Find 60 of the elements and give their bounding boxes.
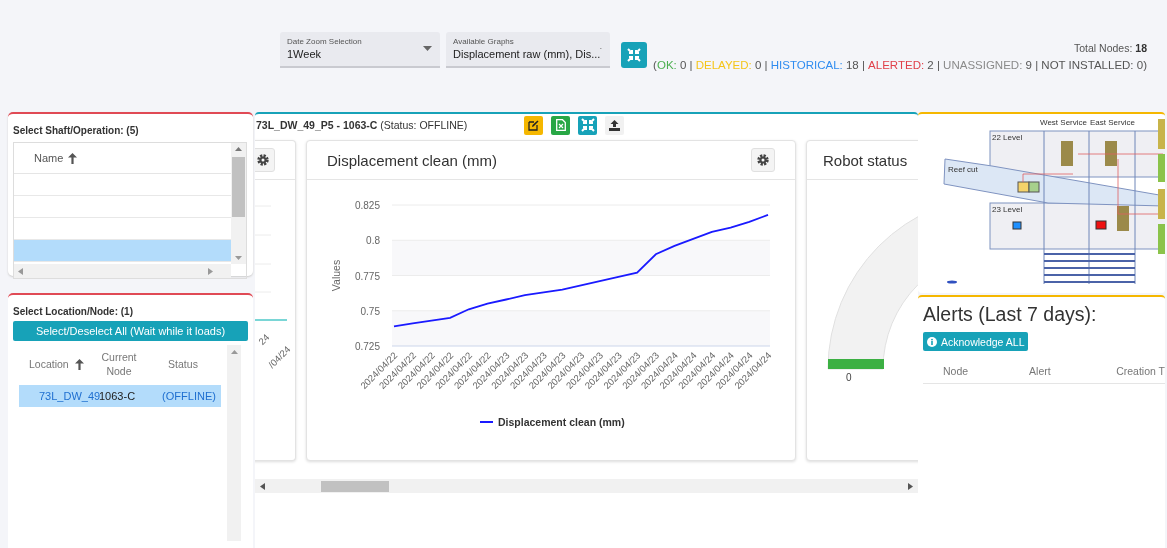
gauge-reading: 0: [846, 372, 852, 383]
scroll-down-icon[interactable]: [235, 256, 242, 260]
column-header[interactable]: Node: [943, 365, 1030, 377]
compress-icon: [627, 48, 641, 62]
scroll-left-icon[interactable]: [260, 482, 265, 490]
axis-label: 24: [256, 331, 272, 347]
document-icon: [555, 119, 566, 131]
column-header[interactable]: Alert: [1029, 365, 1117, 377]
select-dropdown[interactable]: Available Graphs Displacement raw (mm), Dis...: [446, 32, 610, 68]
column-header[interactable]: Location: [13, 358, 93, 372]
edit-button[interactable]: [524, 115, 543, 135]
diagram-label: Reef cut: [948, 165, 978, 174]
axis-label: 0.825: [354, 200, 380, 211]
total-nodes-count: Total Nodes: 18: [1073, 42, 1147, 54]
panel-title: Select Shaft/Operation: (5): [13, 125, 139, 136]
upload-button[interactable]: [605, 115, 624, 135]
settings-button[interactable]: [255, 148, 275, 172]
gear-icon: [257, 154, 269, 166]
pencil-icon: [528, 119, 539, 131]
card-title: Robot status: [823, 151, 908, 169]
diagram-label: 23 Level: [992, 205, 1023, 214]
horizontal-scrollbar[interactable]: [255, 479, 918, 493]
table-row[interactable]: 73L_DW_491063-C (OFFLINE): [19, 385, 221, 407]
table-cell-text: 73L_DW_49: [38, 390, 99, 402]
node-title: 73L_DW_49_P5 - 1063-C (Status: OFFLINE): [256, 119, 469, 131]
chart-title: Displacement clean (mm): [327, 151, 498, 169]
select-dropdown[interactable]: Date Zoom Selection 1Week: [280, 32, 440, 68]
scroll-right-icon[interactable]: [908, 482, 913, 490]
axis-label: 0.775: [354, 270, 380, 282]
axis-label: 0.725: [354, 341, 380, 352]
table-cell-text: 1063-C: [99, 390, 137, 402]
scroll-up-icon[interactable]: [235, 147, 242, 151]
column-header[interactable]: Name: [34, 152, 78, 164]
fullscreen-button[interactable]: [578, 115, 597, 135]
upload-icon: [609, 119, 620, 131]
export-button[interactable]: [551, 115, 570, 135]
axis-label: 0.75: [360, 305, 380, 317]
fullscreen-button[interactable]: [621, 42, 647, 68]
table-cell-text: (OFFLINE): [161, 390, 217, 402]
diagram-label: 22 Level: [992, 133, 1023, 142]
axis-title: Values: [330, 259, 342, 292]
info-icon: [927, 336, 937, 347]
settings-button[interactable]: [751, 148, 775, 172]
column-header[interactable]: Current Node: [93, 351, 145, 379]
acknowledge-all-button[interactable]: Acknowledge ALL: [923, 332, 1029, 351]
legend-item[interactable]: Displacement clean (mm): [479, 416, 625, 428]
axis-label: 0.8: [366, 235, 380, 247]
gear-icon: [757, 154, 769, 166]
column-header[interactable]: Creation T: [1116, 365, 1165, 377]
select-all-button[interactable]: Select/Deselect All (Wait while it loads): [13, 321, 248, 341]
node-status-summary: (OK: 0 | DELAYED: 0 | HISTORICAL: 18 | ALERTED: 2 | UNASSIGNED: 9 | NOT INSTALLED: 0): [653, 59, 1147, 71]
column-header[interactable]: Status: [145, 358, 221, 372]
panel-title: Alerts (Last 7 days):: [923, 303, 1097, 326]
panel-title: Select Location/Node: (1): [13, 306, 133, 317]
diagram-label: West Service: [1040, 118, 1087, 127]
compress-icon: [580, 118, 595, 132]
vertical-scrollbar[interactable]: [231, 143, 246, 264]
vertical-scrollbar[interactable]: [227, 345, 241, 541]
diagram-label: East Service: [1090, 118, 1135, 127]
scroll-up-icon[interactable]: [230, 350, 238, 354]
